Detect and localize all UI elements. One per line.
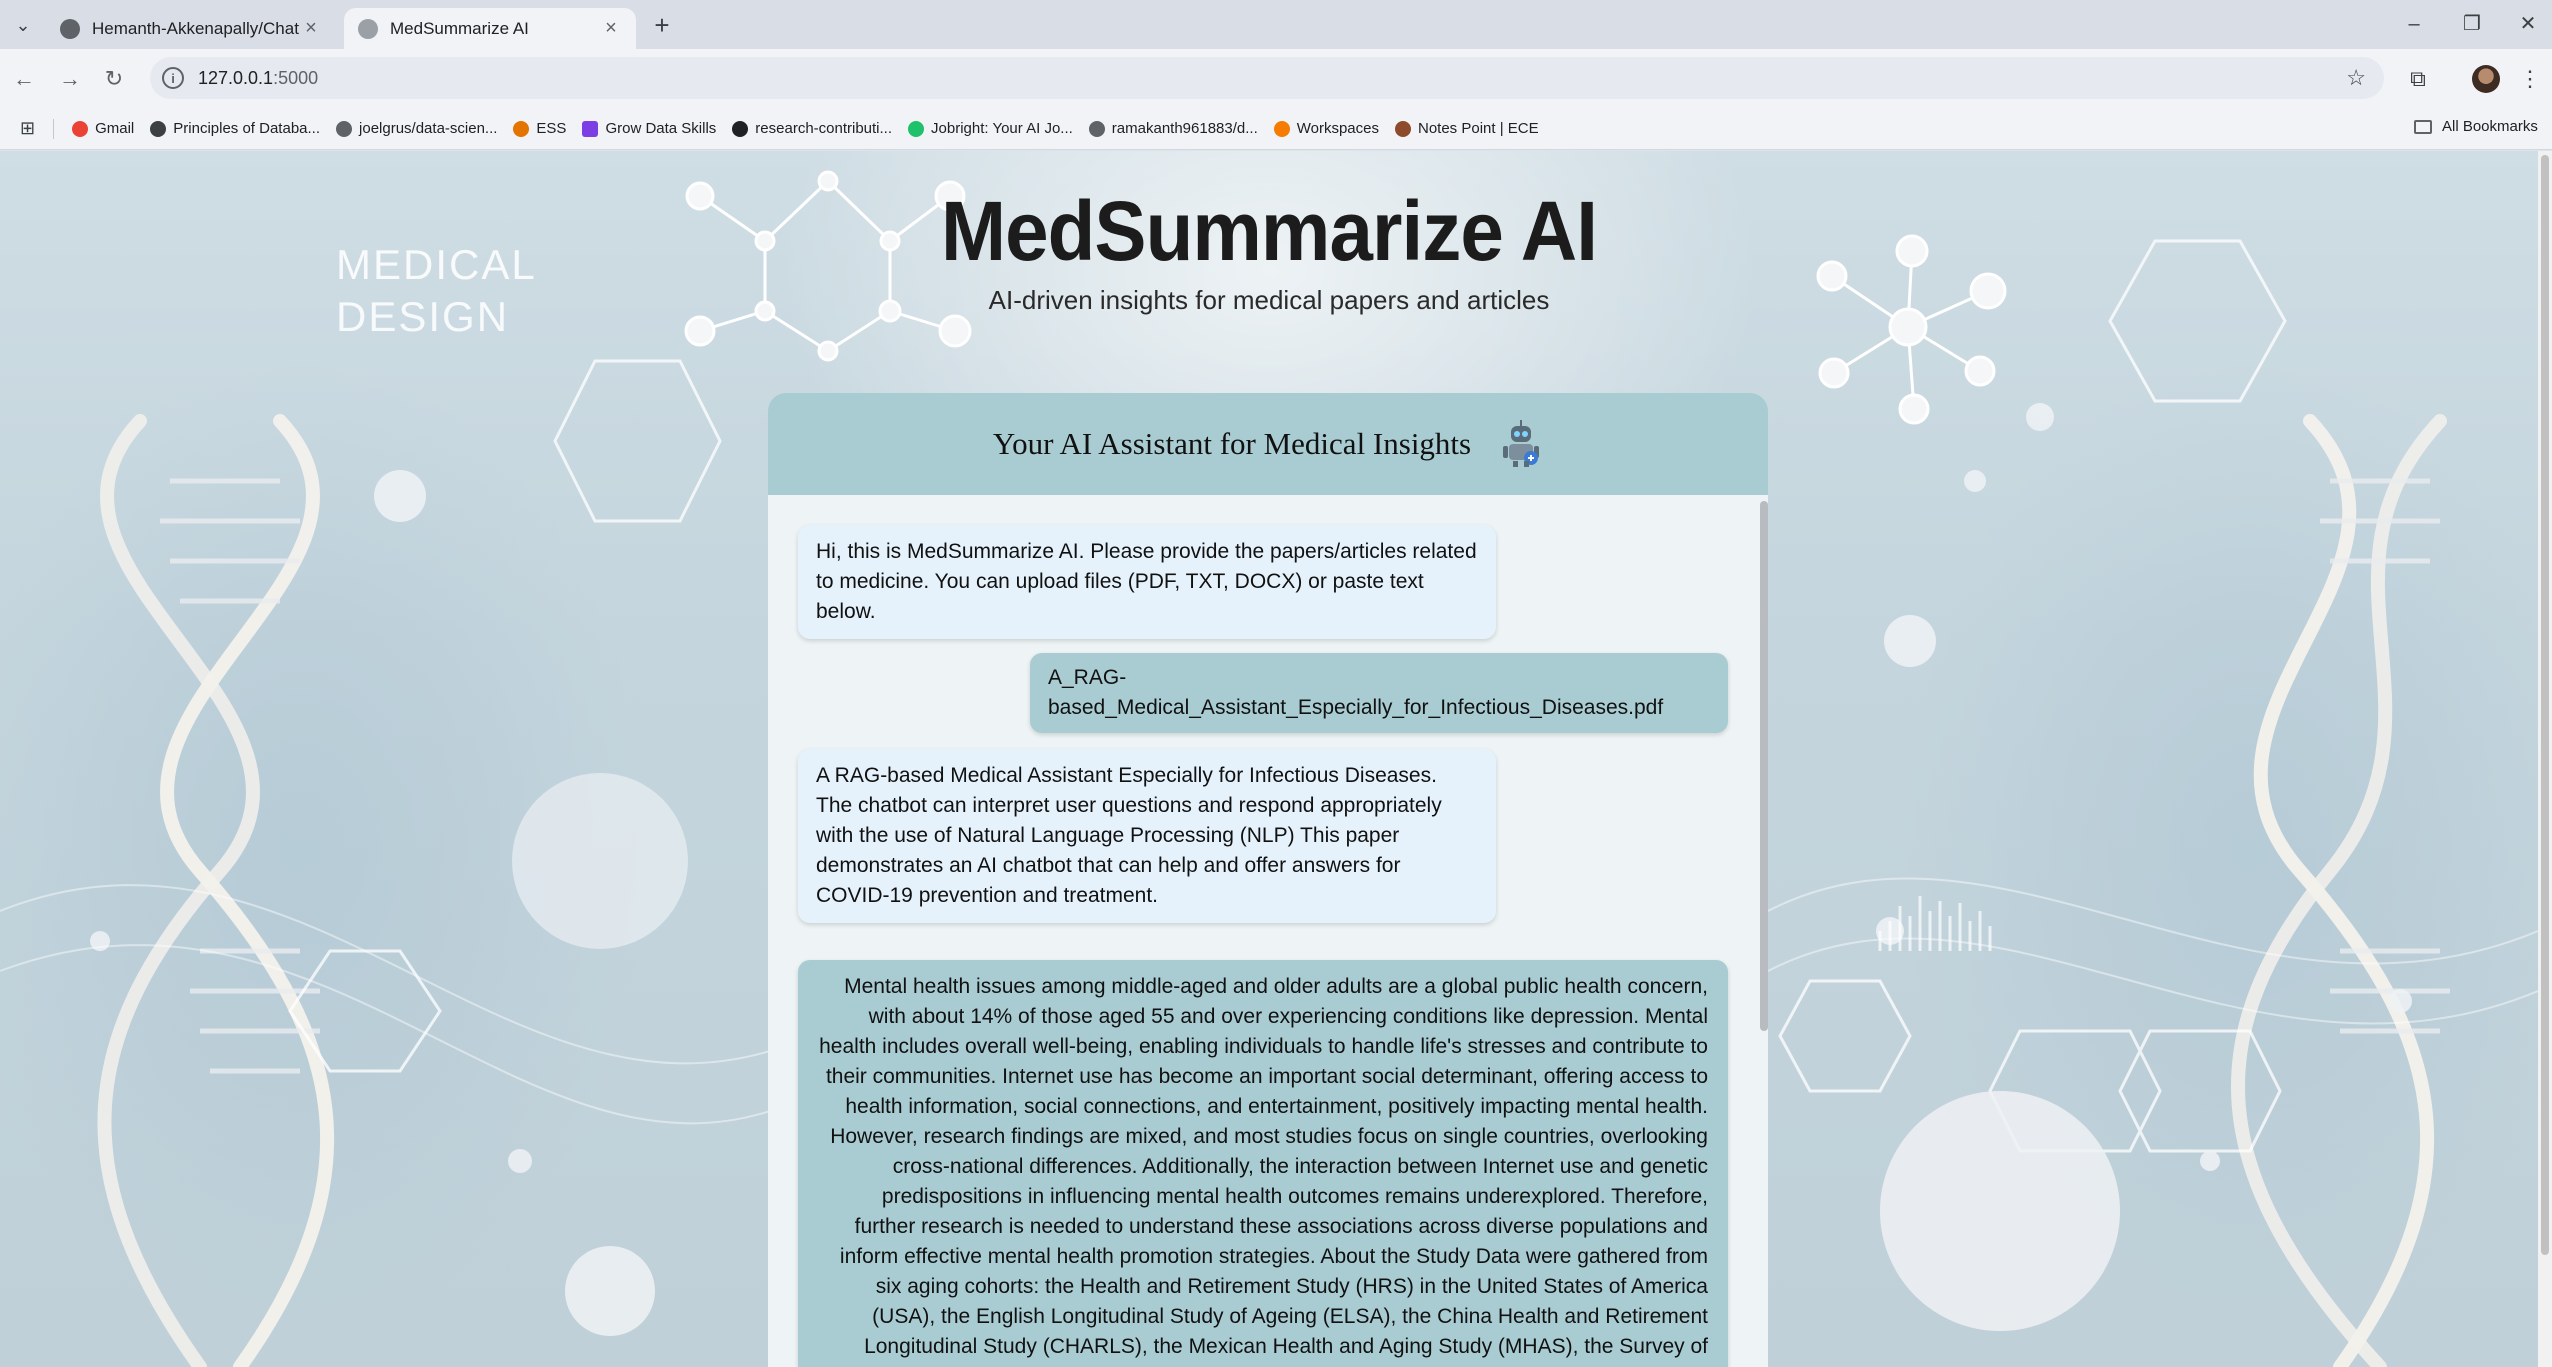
menu-kebab-icon[interactable]: ⋮ <box>2514 63 2546 95</box>
bookmark-workspaces[interactable]: Workspaces <box>1273 120 1379 137</box>
bookmark-grow-data-skills[interactable]: Grow Data Skills <box>582 120 716 137</box>
restore-icon[interactable]: ❐ <box>2452 8 2492 40</box>
bookmarks-bar: ⊞ Gmail Principles of Databa... joelgrus… <box>0 108 2552 150</box>
chat-header-title: Your AI Assistant for Medical Insights <box>992 426 1472 461</box>
tab-medsummarize[interactable]: MedSummarize AI × <box>344 8 636 49</box>
url-text: 127.0.0.1:5000 <box>198 68 318 89</box>
page-scrollbar-thumb[interactable] <box>2541 155 2549 1255</box>
profile-avatar[interactable] <box>2472 65 2500 93</box>
uploaded-file-name: A_RAG-based_Medical_Assistant_Especially… <box>1048 666 1664 719</box>
message-text: A RAG-based Medical Assistant Especially… <box>816 764 1442 907</box>
github-icon <box>1088 120 1105 137</box>
chat-header: Your AI Assistant for Medical Insights <box>768 393 1768 495</box>
bookmark-jobright[interactable]: Jobright: Your AI Jo... <box>908 120 1073 137</box>
bookmark-joelgrus[interactable]: joelgrus/data-scien... <box>336 120 497 137</box>
bookmark-label: Notes Point | ECE <box>1418 120 1539 137</box>
message-text: Hi, this is MedSummarize AI. Please prov… <box>816 540 1477 623</box>
site-info-icon[interactable]: i <box>162 67 184 89</box>
minimize-icon[interactable]: – <box>2394 8 2434 40</box>
bookmarks-divider <box>53 118 55 139</box>
page-scrollbar[interactable] <box>2538 151 2552 1367</box>
bookmark-label: Grow Data Skills <box>605 120 717 137</box>
page-subtitle: AI-driven insights for medical papers an… <box>988 285 1550 315</box>
bookmark-label: Workspaces <box>1296 120 1379 137</box>
tab-title: MedSummarize AI <box>390 18 529 38</box>
globe-icon <box>150 120 167 137</box>
bookmark-principles-of-databases[interactable]: Principles of Databa... <box>150 120 320 137</box>
tab-github[interactable]: Hemanth-Akkenapally/Chatbot × <box>46 8 336 49</box>
robot-icon-graphic <box>1503 420 1540 467</box>
reload-icon[interactable]: ↻ <box>98 63 130 95</box>
bookmark-label: Jobright: Your AI Jo... <box>931 120 1073 137</box>
bookmark-ess[interactable]: ESS <box>513 120 566 137</box>
github-icon <box>336 120 353 137</box>
all-bookmarks-label: All Bookmarks <box>2442 118 2538 135</box>
tab-search-chevron-down-icon[interactable]: ⌄ <box>8 10 38 40</box>
tab-title: Hemanth-Akkenapally/Chatbot <box>92 18 300 38</box>
browser-toolbar: ← → ↻ i 127.0.0.1:5000 ☆ ⧉ ⋮ <box>0 49 2552 108</box>
close-icon[interactable]: × <box>600 17 622 40</box>
grow-data-skills-icon <box>582 120 599 137</box>
all-bookmarks-button[interactable]: All Bookmarks <box>2414 118 2538 135</box>
bookmark-label: ramakanth961883/d... <box>1111 120 1258 137</box>
bookmark-label: ESS <box>536 120 567 137</box>
folder-icon <box>2414 119 2432 134</box>
url-port: :5000 <box>273 67 319 88</box>
close-icon[interactable]: × <box>300 17 322 40</box>
bookmark-star-icon[interactable]: ☆ <box>2346 65 2366 91</box>
bookmark-label: Gmail <box>95 120 135 137</box>
address-bar[interactable]: i 127.0.0.1:5000 ☆ <box>150 57 2384 99</box>
workspaces-icon <box>1273 120 1290 137</box>
bot-message: Hi, this is MedSummarize AI. Please prov… <box>798 525 1496 639</box>
window-close-icon[interactable]: ✕ <box>2508 8 2548 40</box>
message-text: Mental health issues among middle-aged a… <box>819 975 1708 1367</box>
chat-messages[interactable]: Hi, this is MedSummarize AI. Please prov… <box>768 495 1768 1367</box>
page-title: MedSummarize AI <box>940 184 1598 278</box>
bookmark-label: research-contributi... <box>755 120 893 137</box>
gmail-icon <box>72 120 89 137</box>
tab-strip: ⌄ Hemanth-Akkenapally/Chatbot × MedSumma… <box>0 0 2552 49</box>
bookmark-research-contributions[interactable]: research-contributi... <box>732 120 892 137</box>
back-arrow-icon[interactable]: ← <box>8 63 40 95</box>
bot-message: A RAG-based Medical Assistant Especially… <box>798 749 1496 923</box>
apps-grid-icon[interactable]: ⊞ <box>20 118 35 139</box>
chat-panel: Your AI Assistant for Medical Insights H… <box>768 393 1768 1367</box>
extensions-puzzle-icon[interactable]: ⧉ <box>2402 63 2434 95</box>
user-pasted-text-message: Mental health issues among middle-aged a… <box>798 960 1728 1367</box>
ess-icon <box>513 120 530 137</box>
robot-icon <box>1499 420 1543 468</box>
forward-arrow-icon[interactable]: → <box>54 63 86 95</box>
chat-scrollbar[interactable] <box>1760 501 1768 1031</box>
github-icon <box>732 120 749 137</box>
github-icon <box>60 18 80 39</box>
new-tab-plus-icon[interactable]: + <box>648 12 676 40</box>
url-host: 127.0.0.1 <box>198 67 274 88</box>
bookmark-ramakanth[interactable]: ramakanth961883/d... <box>1088 120 1258 137</box>
bookmark-notes-point[interactable]: Notes Point | ECE <box>1395 120 1539 137</box>
globe-icon <box>358 18 378 39</box>
page-viewport: MEDICAL DESIGN MedSummarize AI AI-driven… <box>0 151 2538 1367</box>
bookmark-label: joelgrus/data-scien... <box>359 120 498 137</box>
user-file-message: A_RAG-based_Medical_Assistant_Especially… <box>1030 653 1728 733</box>
bookmark-gmail[interactable]: Gmail <box>72 120 134 137</box>
notes-point-icon <box>1395 120 1411 137</box>
bookmark-label: Principles of Databa... <box>173 120 321 137</box>
jobright-icon <box>908 120 925 137</box>
